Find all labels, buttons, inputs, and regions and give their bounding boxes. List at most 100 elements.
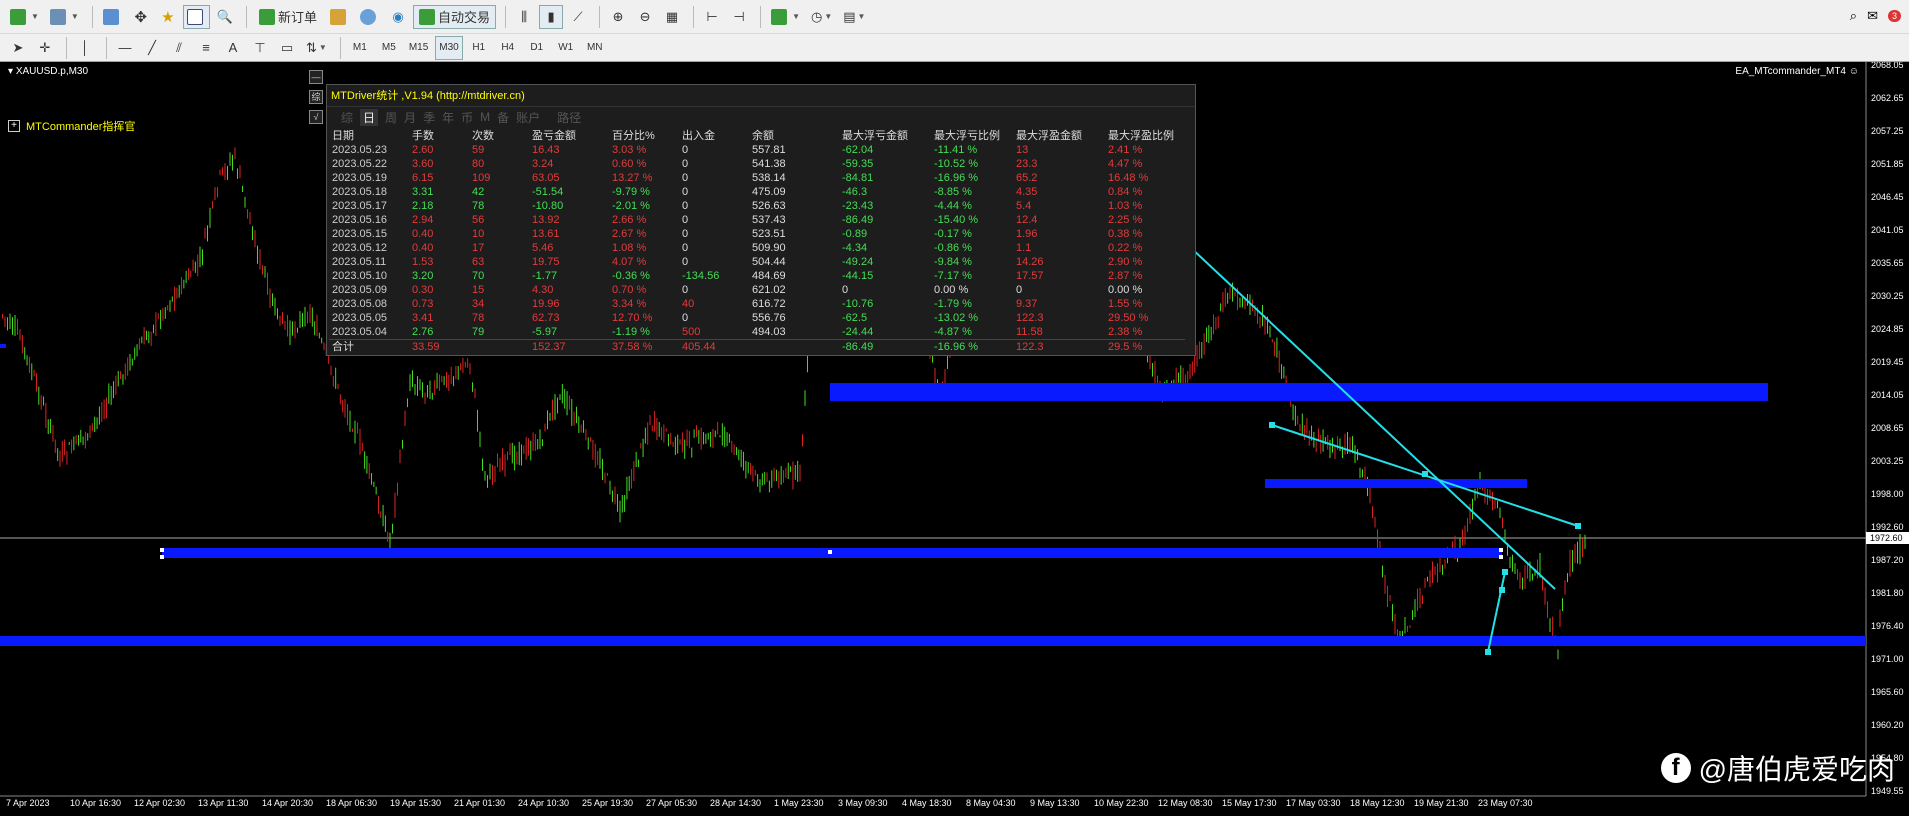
timeframe-mn[interactable]: MN <box>582 36 608 60</box>
auto-trading-button[interactable]: 自动交易 <box>413 4 497 29</box>
table-cell: 152.37 <box>532 341 566 353</box>
table-cell: 12.70 % <box>612 312 653 324</box>
search-icon[interactable]: ⌕ <box>1850 8 1857 24</box>
table-cell: 537.43 <box>752 214 786 226</box>
bar-chart-button[interactable]: ⫼ <box>512 5 536 29</box>
zoom-out-icon: ⊖ <box>639 8 651 24</box>
stats-tab[interactable]: 币 <box>461 109 473 126</box>
time-tick-label: 13 Apr 11:30 <box>198 798 249 808</box>
arrows-button[interactable]: ⇅ ▼ <box>302 36 331 60</box>
stats-tab[interactable]: 日 <box>360 108 379 126</box>
market-watch-button[interactable] <box>99 5 126 29</box>
table-cell: 19.75 <box>532 256 560 268</box>
crosshair-button[interactable]: ✛ <box>33 36 57 60</box>
price-tick-label: 2057.25 <box>1871 126 1904 136</box>
channel-icon: ⫽ <box>176 39 182 55</box>
price-tick-label: 2019.45 <box>1871 357 1904 367</box>
table-cell: 616.72 <box>752 298 786 310</box>
profiles-button[interactable]: ▼ <box>46 5 83 29</box>
stats-tab[interactable]: 月 <box>404 109 416 126</box>
chart-shift-button[interactable]: ⊢ <box>700 5 724 29</box>
zoom-in-button[interactable]: ⊕ <box>606 5 630 29</box>
tile-windows-button[interactable]: ▦ <box>660 5 684 29</box>
templates-button[interactable]: ▤ ▼ <box>839 5 869 29</box>
stats-tab[interactable]: 综 <box>341 109 353 126</box>
timeframe-m5[interactable]: M5 <box>376 36 402 60</box>
chevron-down-icon: ▼ <box>31 12 39 21</box>
stats-tab[interactable]: 季 <box>423 109 435 126</box>
zone-handle <box>1499 548 1503 552</box>
fibonacci-button[interactable]: ≡ <box>194 36 218 60</box>
column-header: 最大浮盈比例 <box>1108 130 1174 142</box>
horizontal-line-icon: — <box>118 40 132 55</box>
toolbar-divider <box>106 36 107 59</box>
line-chart-icon: ⟋ <box>573 8 583 24</box>
zoom-out-button[interactable]: ⊖ <box>633 5 657 29</box>
column-header: 手数 <box>412 130 434 142</box>
auto-scroll-button[interactable]: ⊣ <box>727 5 751 29</box>
table-cell: -13.02 % <box>934 312 979 324</box>
time-tick-label: 7 Apr 2023 <box>6 798 50 808</box>
stats-tab[interactable]: 账户 <box>516 109 540 126</box>
stats-tab[interactable]: 备 <box>497 109 509 126</box>
new-chart-button[interactable]: ▼ <box>6 5 43 29</box>
timeframe-h1[interactable]: H1 <box>466 36 492 60</box>
trendline-button[interactable]: ╱ <box>140 36 164 60</box>
timeframe-w1[interactable]: W1 <box>553 36 579 60</box>
strategy-tester-button[interactable]: 🔍 <box>213 5 237 29</box>
rectangle-button[interactable]: ▭ <box>275 36 299 60</box>
community-button[interactable] <box>356 5 383 29</box>
terminal-button[interactable] <box>182 4 210 29</box>
text-label-button[interactable]: ⊤ <box>248 36 272 60</box>
table-cell: 0 <box>682 242 689 254</box>
timeframe-m30[interactable]: M30 <box>435 35 463 60</box>
table-row: 2023.05.16 2.94 56 13.92 2.66 % 0 537.43 -86.49… <box>329 213 1185 227</box>
stats-tab[interactable]: M <box>480 110 490 124</box>
stats-tab[interactable]: 周 <box>385 109 397 126</box>
stats-tab[interactable]: 年 <box>442 109 454 126</box>
chat-icon[interactable]: ✉ <box>1867 8 1878 24</box>
table-cell: 523.51 <box>752 228 786 240</box>
periods-button[interactable]: ◷ ▼ <box>807 5 836 29</box>
horizontal-line-button[interactable]: — <box>113 36 137 60</box>
stats-check-button[interactable]: √ <box>309 110 323 124</box>
expand-icon[interactable]: + <box>8 120 20 132</box>
line-chart-button[interactable]: ⟋ <box>566 5 590 29</box>
table-cell: 2.66 % <box>612 214 647 226</box>
table-cell: -0.89 <box>842 228 868 240</box>
cursor-button[interactable]: ➤ <box>6 36 30 60</box>
price-tick-label: 1960.20 <box>1871 720 1904 730</box>
table-row: 2023.05.15 0.40 10 13.61 2.67 % 0 523.51 -0.89 -… <box>329 227 1185 241</box>
time-tick-label: 3 May 09:30 <box>838 798 888 808</box>
stats-summary-button[interactable]: 综 <box>309 90 323 104</box>
new-order-button[interactable]: 新订单 <box>253 5 323 29</box>
price-chart[interactable]: ▾ XAUUSD.p,M30 EA_MTcommander_MT4 ☺ + MT… <box>0 62 1909 816</box>
commander-panel[interactable]: + MTCommander指挥官 <box>8 118 135 134</box>
table-cell: 0 <box>682 312 689 324</box>
table-cell: 4.47 % <box>1108 158 1143 170</box>
candlestick-button[interactable]: ▮ <box>539 4 564 29</box>
stats-panel: MTDriver统计 ,V1.94 (http://mtdriver.cn) 综… <box>326 84 1196 356</box>
table-cell: 15 <box>472 284 485 296</box>
timeframe-h4[interactable]: H4 <box>495 36 521 60</box>
stats-minimize-button[interactable]: — <box>309 70 323 84</box>
data-window-button[interactable]: ✥ <box>129 5 153 29</box>
navigator-button[interactable]: ★ <box>156 5 180 29</box>
table-cell: 5.46 <box>532 242 554 254</box>
terminal-icon <box>186 8 203 25</box>
table-cell: 29.5 % <box>1108 341 1143 353</box>
signals-button[interactable]: ◉ <box>386 5 410 29</box>
stats-tab[interactable]: 路径 <box>557 109 581 126</box>
text-button[interactable]: A <box>221 36 245 60</box>
timeframe-m15[interactable]: M15 <box>405 36 432 60</box>
timeframe-m1[interactable]: M1 <box>347 36 373 60</box>
indicators-button[interactable]: ▼ <box>767 5 804 29</box>
table-cell: -84.81 <box>842 172 874 184</box>
trendline-handle <box>1485 649 1491 655</box>
table-cell: 6.15 <box>412 172 434 184</box>
metaeditor-button[interactable] <box>326 5 353 29</box>
notification-badge[interactable]: 3 <box>1887 10 1901 22</box>
equidistant-channel-button[interactable]: ⫽ <box>167 36 191 60</box>
vertical-line-button[interactable]: │ <box>73 36 97 60</box>
timeframe-d1[interactable]: D1 <box>524 36 550 60</box>
